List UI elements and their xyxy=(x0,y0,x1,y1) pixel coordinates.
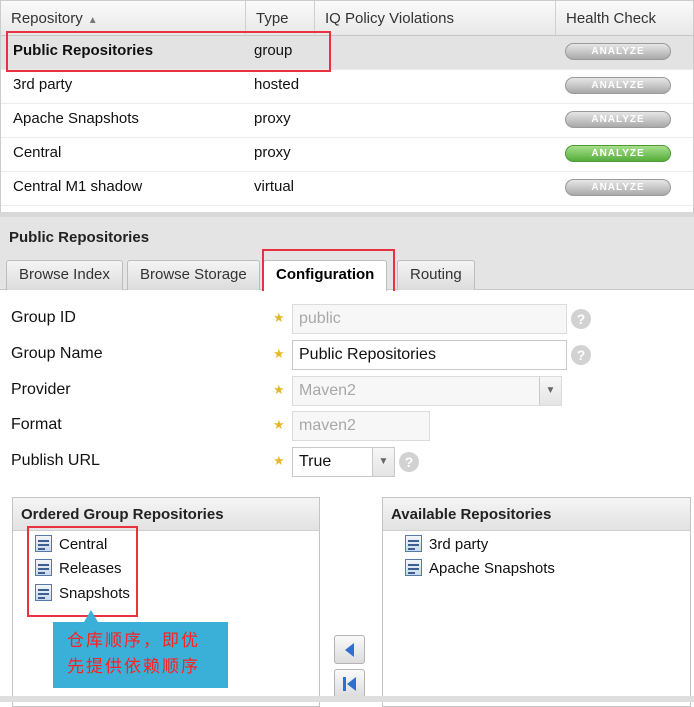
move-all-left-button[interactable] xyxy=(334,669,365,698)
list-item[interactable]: Central xyxy=(35,534,107,556)
chevron-down-icon[interactable]: ▼ xyxy=(539,377,561,405)
repository-icon xyxy=(35,559,52,576)
move-left-button[interactable] xyxy=(334,635,365,664)
group-name-field[interactable]: Public Repositories xyxy=(292,340,567,370)
required-star-icon: ★ xyxy=(273,453,285,468)
repo-type: proxy xyxy=(254,144,291,161)
repo-type: proxy xyxy=(254,110,291,127)
help-icon[interactable]: ? xyxy=(399,452,419,472)
column-header-iq-policy[interactable]: IQ Policy Violations xyxy=(315,1,556,36)
provider-value: Maven2 xyxy=(299,382,356,399)
table-header: Repository ▲ Type IQ Policy Violations He… xyxy=(1,0,693,36)
table-row[interactable]: Central proxy ANALYZE xyxy=(1,138,693,172)
repo-type: group xyxy=(254,42,293,59)
list-item-label: Snapshots xyxy=(59,585,130,602)
arrow-left-icon xyxy=(345,643,354,657)
tab-routing[interactable]: Routing xyxy=(397,260,475,290)
publish-url-select[interactable]: True ▼ xyxy=(292,447,395,477)
panel-title: Public Repositories xyxy=(9,229,150,246)
repository-table: Repository ▲ Type IQ Policy Violations He… xyxy=(0,0,694,212)
list-item-label: Central xyxy=(59,536,108,553)
table-row[interactable]: Apache Snapshots proxy ANALYZE xyxy=(1,104,693,138)
required-star-icon: ★ xyxy=(273,382,285,397)
tab-browse-index[interactable]: Browse Index xyxy=(6,260,123,290)
callout-pointer xyxy=(84,610,98,622)
repo-type: hosted xyxy=(254,76,300,93)
analyze-button[interactable]: ANALYZE xyxy=(565,77,671,94)
tab-configuration[interactable]: Configuration xyxy=(263,260,388,291)
list-item-label: 3rd party xyxy=(429,536,489,553)
chevron-down-icon[interactable]: ▼ xyxy=(372,448,394,476)
publish-url-label: Publish URL xyxy=(11,452,100,469)
group-id-field[interactable]: public xyxy=(292,304,567,334)
repo-name: 3rd party xyxy=(13,76,73,93)
required-star-icon: ★ xyxy=(273,417,285,432)
list-title: Available Repositories xyxy=(383,498,690,531)
analyze-button[interactable]: ANALYZE xyxy=(565,111,671,128)
format-label: Format xyxy=(11,416,62,433)
annotation-callout: 仓库顺序，即优 先提供依赖顺序 xyxy=(53,622,228,688)
repository-icon xyxy=(405,559,422,576)
provider-select[interactable]: Maven2 ▼ xyxy=(292,376,562,406)
required-star-icon: ★ xyxy=(273,310,285,325)
column-header-type[interactable]: Type xyxy=(246,1,315,36)
list-item[interactable]: Snapshots xyxy=(35,583,130,605)
horizontal-scrollbar[interactable] xyxy=(0,696,694,702)
list-item[interactable]: Apache Snapshots xyxy=(405,558,555,580)
list-item-label: Apache Snapshots xyxy=(429,560,555,577)
analyze-button[interactable]: ANALYZE xyxy=(565,179,671,196)
publish-url-value: True xyxy=(299,453,332,470)
table-row[interactable]: Public Repositories group ANALYZE xyxy=(1,36,693,70)
annotation-line: 先提供依赖顺序 xyxy=(67,657,200,677)
column-label: Repository xyxy=(11,10,83,27)
help-icon[interactable]: ? xyxy=(571,345,591,365)
repo-name: Apache Snapshots xyxy=(13,110,139,127)
format-field[interactable]: maven2 xyxy=(292,411,430,441)
available-repositories-list[interactable]: Available Repositories 3rd party Apache … xyxy=(382,497,691,707)
repository-icon xyxy=(35,535,52,552)
analyze-button[interactable]: ANALYZE xyxy=(565,145,671,162)
list-item[interactable]: 3rd party xyxy=(405,534,488,556)
panel-header: Public Repositories Browse Index Browse … xyxy=(0,217,694,291)
list-item-label: Releases xyxy=(59,560,122,577)
repo-name: Central M1 shadow xyxy=(13,178,143,195)
repo-type: virtual xyxy=(254,178,295,195)
tab-browse-storage[interactable]: Browse Storage xyxy=(127,260,260,290)
group-id-label: Group ID xyxy=(11,309,76,326)
help-icon[interactable]: ? xyxy=(571,309,591,329)
group-name-label: Group Name xyxy=(11,345,103,362)
column-header-health-check[interactable]: Health Check xyxy=(556,1,693,36)
required-star-icon: ★ xyxy=(273,346,285,361)
table-row[interactable]: 3rd party hosted ANALYZE xyxy=(1,70,693,104)
column-header-repository[interactable]: Repository ▲ xyxy=(1,1,246,36)
table-row[interactable]: Central M1 shadow virtual ANALYZE xyxy=(1,172,693,206)
annotation-line: 仓库顺序，即优 xyxy=(67,631,200,651)
repository-icon xyxy=(405,535,422,552)
list-title: Ordered Group Repositories xyxy=(13,498,319,531)
list-item[interactable]: Releases xyxy=(35,558,122,580)
arrow-left-icon xyxy=(347,677,356,691)
analyze-button[interactable]: ANALYZE xyxy=(565,43,671,60)
arrow-first-icon xyxy=(343,677,346,691)
repo-name: Public Repositories xyxy=(13,42,154,59)
repository-icon xyxy=(35,584,52,601)
sort-ascending-icon: ▲ xyxy=(87,15,98,26)
repo-name: Central xyxy=(13,144,62,161)
provider-label: Provider xyxy=(11,381,71,398)
